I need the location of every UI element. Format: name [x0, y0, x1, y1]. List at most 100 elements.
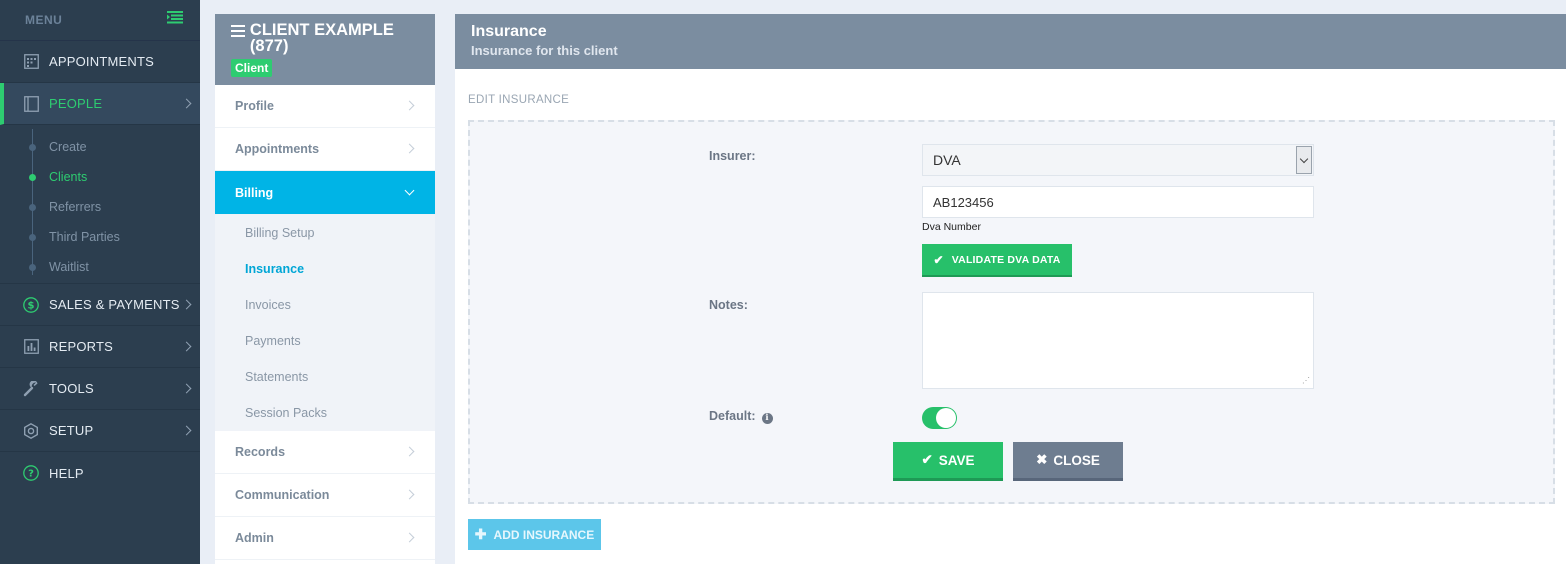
- check-icon: ✔: [933, 252, 944, 267]
- chevron-down-icon: [404, 185, 415, 195]
- save-button[interactable]: ✔ SAVE: [893, 442, 1003, 481]
- section-label: EDIT INSURANCE: [468, 94, 570, 106]
- default-label-wrap: Default: i: [709, 409, 773, 424]
- calendar-icon: [22, 53, 40, 71]
- billing-sub-statements[interactable]: Statements: [215, 359, 435, 395]
- client-menu-admin[interactable]: Admin: [215, 517, 435, 560]
- chevron-right-icon: [404, 143, 415, 154]
- client-header: CLIENT EXAMPLE (877) Client: [215, 14, 435, 85]
- chevron-right-icon: [181, 341, 192, 351]
- billing-sub-payments[interactable]: Payments: [215, 323, 435, 359]
- chevron-right-icon: [181, 299, 192, 309]
- nav-setup[interactable]: SETUP: [0, 410, 200, 452]
- nav-label: TOOLS: [49, 381, 94, 396]
- menu-toggle-icon[interactable]: [167, 11, 183, 29]
- subnav-third-parties[interactable]: Third Parties: [0, 222, 200, 252]
- bar-chart-icon: [22, 338, 40, 356]
- nav-label: APPOINTMENTS: [49, 54, 154, 69]
- client-menu-billing[interactable]: Billing: [215, 171, 435, 215]
- client-menu-label: Appointments: [235, 142, 320, 156]
- nav-reports[interactable]: REPORTS: [0, 326, 200, 368]
- nav-appointments[interactable]: APPOINTMENTS: [0, 41, 200, 83]
- check-icon: ✔: [921, 452, 933, 467]
- nav-sales-payments[interactable]: $ SALES & PAYMENTS: [0, 284, 200, 326]
- default-toggle[interactable]: [922, 407, 957, 429]
- question-icon: ?: [22, 464, 40, 482]
- gear-icon: [22, 422, 40, 440]
- add-insurance-button[interactable]: ✚ ADD INSURANCE: [468, 519, 601, 550]
- chevron-right-icon: [181, 98, 192, 108]
- subnav-create[interactable]: Create: [0, 132, 200, 162]
- page-title: Insurance: [471, 23, 547, 40]
- bullet-dot: [29, 264, 36, 271]
- chevron-right-icon: [404, 446, 415, 457]
- dva-number-input[interactable]: AB123456: [922, 186, 1314, 218]
- notes-label: Notes:: [709, 298, 748, 312]
- client-menu-communication[interactable]: Communication: [215, 474, 435, 517]
- client-menu-records[interactable]: Records: [215, 431, 435, 474]
- info-icon[interactable]: i: [761, 412, 773, 424]
- default-label: Default:: [709, 409, 756, 423]
- insurer-selected-value: DVA: [933, 152, 961, 168]
- dollar-icon: $: [22, 296, 40, 314]
- client-menu-profile[interactable]: Profile: [215, 85, 435, 128]
- billing-sub-insurance[interactable]: Insurance: [215, 251, 435, 287]
- subnav-label: Create: [49, 140, 87, 154]
- chevron-right-icon: [404, 532, 415, 543]
- client-menu-label: Records: [235, 445, 286, 459]
- button-label: CLOSE: [1053, 452, 1100, 468]
- subnav-label: Third Parties: [49, 230, 120, 244]
- people-submenu: Create Clients Referrers Third Parties W…: [0, 125, 200, 284]
- nav-people[interactable]: PEOPLE: [0, 83, 200, 125]
- chevron-right-icon: [404, 489, 415, 500]
- chevron-down-icon[interactable]: [1296, 146, 1312, 174]
- nav-label: SALES & PAYMENTS: [49, 297, 180, 312]
- client-menu-label: Communication: [235, 488, 330, 502]
- nav-label: SETUP: [49, 423, 94, 438]
- bullet-dot: [29, 204, 36, 211]
- plus-icon: ✚: [474, 526, 487, 542]
- client-type-badge: Client: [231, 59, 273, 77]
- client-menu-appointments[interactable]: Appointments: [215, 128, 435, 171]
- client-panel: CLIENT EXAMPLE (877) Client Profile Appo…: [215, 14, 435, 564]
- notes-textarea[interactable]: ⋰: [922, 292, 1314, 389]
- chevron-right-icon: [404, 100, 415, 111]
- page-subtitle: Insurance for this client: [471, 43, 618, 58]
- validate-dva-button[interactable]: ✔ VALIDATE DVA DATA: [922, 244, 1072, 277]
- client-title: CLIENT EXAMPLE (877): [231, 22, 419, 54]
- svg-text:$: $: [28, 300, 35, 311]
- button-label: VALIDATE DVA DATA: [951, 253, 1061, 266]
- client-menu-label: Admin: [235, 531, 274, 545]
- menu-header: MENU: [0, 0, 200, 41]
- subnav-clients[interactable]: Clients: [0, 162, 200, 192]
- button-label: SAVE: [938, 452, 975, 468]
- billing-sub-billing-setup[interactable]: Billing Setup: [215, 215, 435, 251]
- bullet-dot: [29, 234, 36, 241]
- subnav-waitlist[interactable]: Waitlist: [0, 252, 200, 282]
- toggle-knob: [936, 408, 956, 428]
- subnav-label: Referrers: [49, 200, 102, 214]
- button-label: ADD INSURANCE: [493, 527, 595, 542]
- billing-sub-session-packs[interactable]: Session Packs: [215, 395, 435, 431]
- main-sidebar: MENU APPOINTMENTS PEOPLE Create Clients …: [0, 0, 200, 564]
- nav-tools[interactable]: TOOLS: [0, 368, 200, 410]
- bullet-dot: [29, 144, 36, 151]
- panel-header: Insurance Insurance for this client: [455, 14, 1566, 69]
- hamburger-icon[interactable]: [231, 25, 245, 54]
- subnav-label: Clients: [49, 170, 88, 184]
- resize-grip-icon[interactable]: ⋰: [1302, 377, 1310, 385]
- nav-help[interactable]: ? HELP: [0, 452, 200, 494]
- dva-number-hint: Dva Number: [922, 221, 981, 233]
- chevron-right-icon: [181, 425, 192, 435]
- client-menu-label: Billing: [235, 185, 274, 200]
- close-button[interactable]: ✖ CLOSE: [1013, 442, 1123, 481]
- insurer-select[interactable]: DVA: [922, 144, 1314, 176]
- svg-text:?: ?: [28, 469, 34, 480]
- chevron-right-icon: [181, 383, 192, 393]
- billing-sub-invoices[interactable]: Invoices: [215, 287, 435, 323]
- insurer-label: Insurer:: [709, 149, 756, 163]
- bullet-dot: [29, 174, 36, 181]
- menu-label: MENU: [25, 13, 63, 27]
- nav-label: REPORTS: [49, 339, 114, 354]
- subnav-referrers[interactable]: Referrers: [0, 192, 200, 222]
